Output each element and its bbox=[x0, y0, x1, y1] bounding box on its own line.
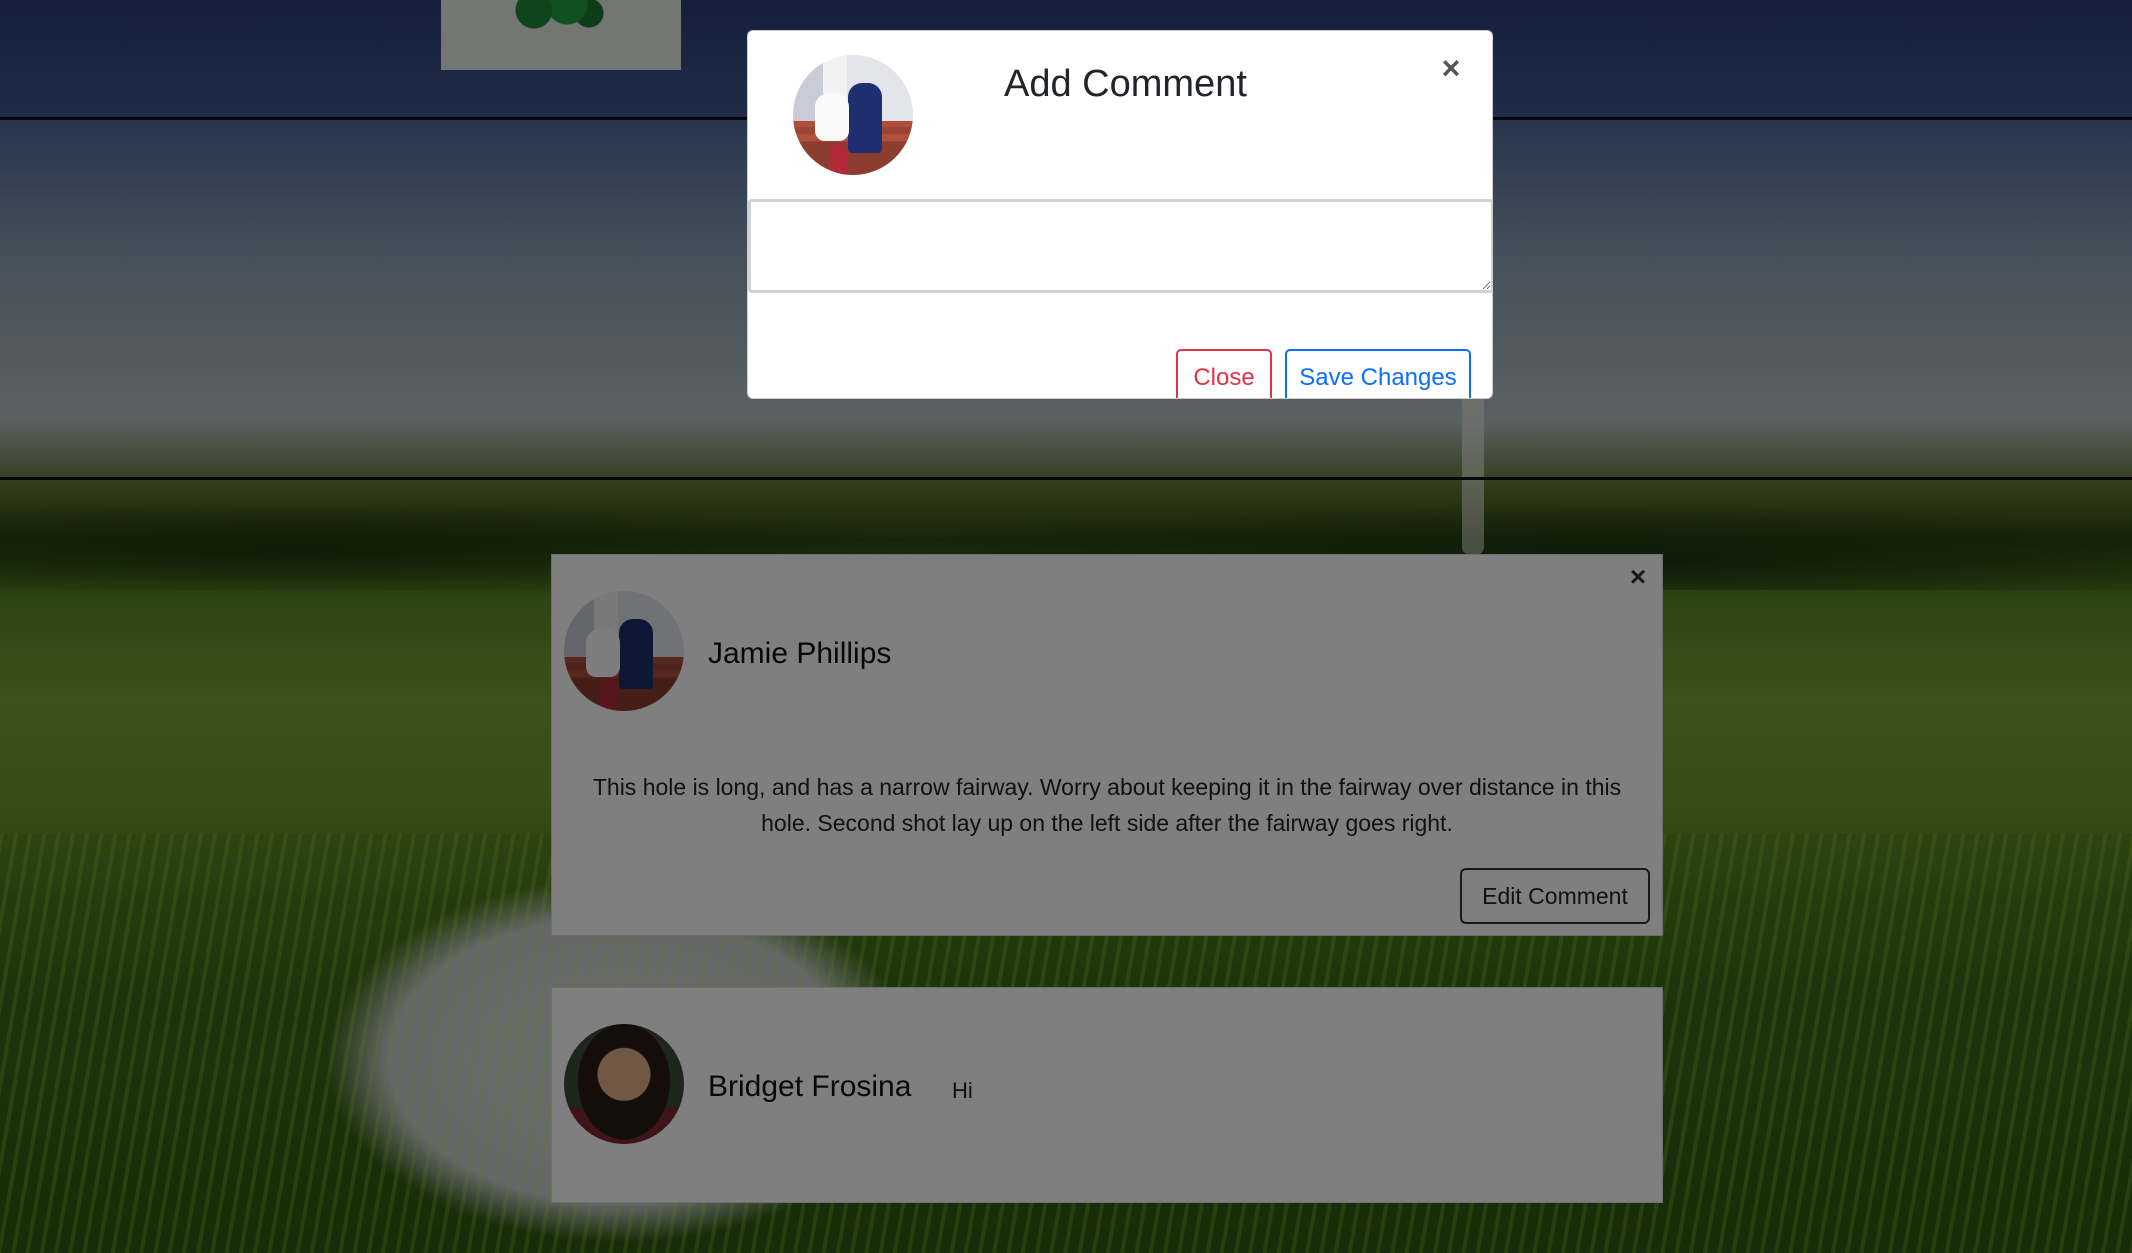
close-icon[interactable]: × bbox=[1436, 52, 1466, 84]
modal-footer: Close Save Changes bbox=[748, 321, 1492, 398]
modal-title: Add Comment bbox=[1004, 63, 1247, 105]
comment-textarea[interactable] bbox=[748, 199, 1492, 293]
save-changes-button[interactable]: Save Changes bbox=[1285, 349, 1471, 398]
close-button[interactable]: Close bbox=[1176, 349, 1272, 398]
add-comment-modal: Add Comment × Close Save Changes bbox=[747, 30, 1493, 399]
avatar bbox=[793, 55, 913, 175]
